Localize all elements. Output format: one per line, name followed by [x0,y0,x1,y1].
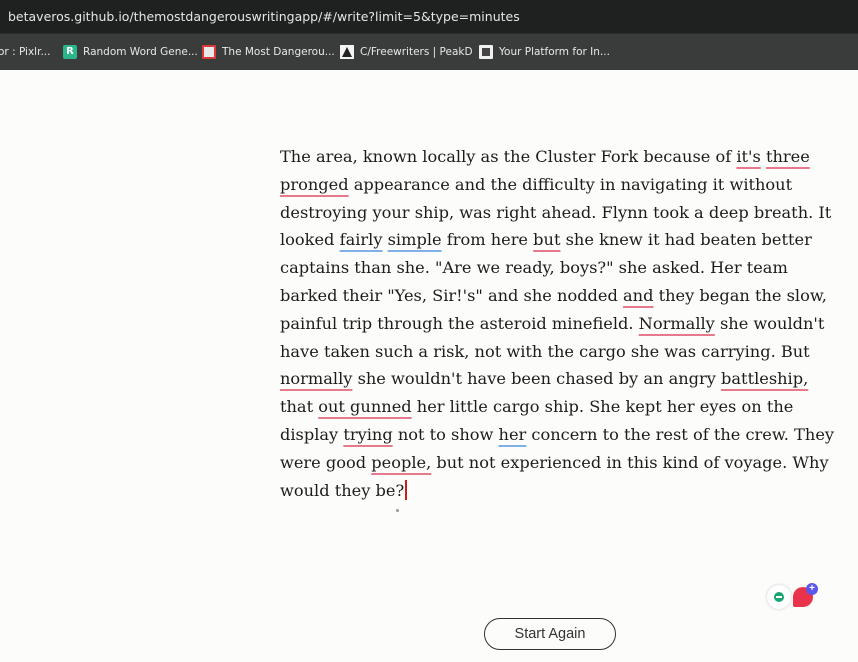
bookmark-label: C/Freewriters | PeakD [360,46,473,58]
bookmark-freewriters[interactable]: C/Freewriters | PeakD [340,44,473,60]
text-segment: display [280,424,344,444]
text-line: display trying not to show her concern t… [280,421,834,449]
misspelled-word[interactable]: and [623,286,653,305]
misspelled-word[interactable]: out gunned [318,397,411,416]
bookmark-random-word[interactable]: R Random Word Gene... [63,44,198,60]
text-line: pronged appearance and the difficulty in… [280,171,825,199]
misspelled-word[interactable]: but [533,230,560,249]
text-segment: appearance and the difficulty in navigat… [348,174,793,194]
misspelled-word[interactable]: normally [280,369,352,388]
misspelled-word[interactable]: trying [343,425,392,444]
peak-icon [340,45,354,59]
text-line: normally she wouldn't have been chased b… [280,365,825,393]
bookmarks-bar: or : Pixlr... R Random Word Gene... The … [0,33,858,70]
bookmark-label: The Most Dangerou... [222,46,335,58]
text-segment: concern to the rest of the crew. They [526,424,835,444]
misspelled-word[interactable]: Normally [639,314,715,333]
text-segment: painful trip through the asteroid minefi… [280,313,639,333]
bookmark-label: Your Platform for In... [499,46,610,58]
text-segment: she wouldn't [714,313,825,333]
text-line: have taken such a risk, not with the car… [280,338,825,366]
misspelled-word[interactable]: battleship, [721,369,808,388]
text-segment: The area, known locally as the Cluster F… [280,147,737,166]
text-caret [405,479,407,500]
text-segment: that [280,397,319,417]
text-segment: looked [280,230,340,250]
start-again-button[interactable]: Start Again [484,618,616,650]
bookmark-your-platform[interactable]: Your Platform for In... [479,44,610,60]
misspelled-word[interactable]: people, [371,453,431,472]
text-line: The area, known locally as the Cluster F… [280,143,825,171]
text-segment: captains than she. "Are we ready, boys?"… [280,258,788,278]
text-segment: barked their "Yes, Sir!'s" and she nodde… [280,285,624,305]
grammarly-icon[interactable] [767,585,791,609]
text-line: were good people, but not experienced in… [280,449,829,477]
bookmark-most-dangerous[interactable]: The Most Dangerou... [202,44,335,60]
text-segment: not to show [392,424,499,444]
text-segment: she wouldn't have been chased by an angr… [352,369,722,389]
text-line: painful trip through the asteroid minefi… [280,310,825,338]
text-line: barked their "Yes, Sir!'s" and she nodde… [280,282,827,310]
bookmark-pixlr[interactable]: or : Pixlr... [0,44,50,60]
text-segment: they began the slow, [653,285,827,305]
grammar-flag-word[interactable]: her [499,425,527,444]
text-segment: her little cargo ship. She kept her eyes… [411,397,794,417]
text-segment: would they be? [280,480,405,500]
progress-dot [396,509,399,512]
text-segment: were good [280,452,372,472]
misspelled-word[interactable]: pronged [280,175,349,194]
red-square-icon [202,45,216,59]
plus-badge-icon[interactable]: + [806,583,818,595]
text-segment: from here [441,230,534,250]
text-line: that out gunned her little cargo ship. S… [280,393,825,421]
text-line: looked fairly simple from here but she k… [280,226,825,254]
address-bar[interactable]: betaveros.github.io/themostdangerouswrit… [0,0,858,33]
extension-widget[interactable]: + [767,583,819,611]
misspelled-word[interactable]: it's [736,147,760,166]
url-text[interactable]: betaveros.github.io/themostdangerouswrit… [8,9,520,24]
r-logo-icon: R [63,45,77,59]
text-segment: destroying your ship, was right ahead. F… [280,202,832,222]
text-line: destroying your ship, was right ahead. F… [280,199,831,227]
b-logo-icon [479,45,493,59]
bookmark-label: or : Pixlr... [0,46,51,58]
text-segment: but not experienced in this kind of voya… [431,452,829,472]
grammar-flag-word[interactable]: fairly [340,230,383,249]
text-segment: have taken such a risk, not with the car… [280,341,810,361]
text-line: would they be? [280,477,825,505]
misspelled-word[interactable]: three [766,147,810,166]
text-segment: she knew it had beaten better [560,230,812,250]
text-line: captains than she. "Are we ready, boys?"… [280,254,825,282]
writing-area[interactable]: The area, known locally as the Cluster F… [280,143,834,505]
bookmark-label: Random Word Gene... [83,46,198,58]
grammar-flag-word[interactable]: simple [388,230,442,249]
